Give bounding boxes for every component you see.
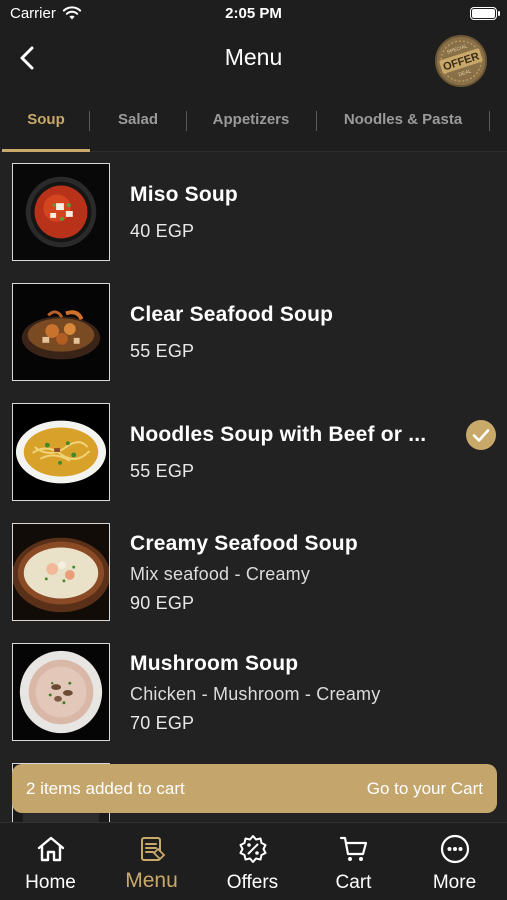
offers-icon — [239, 835, 267, 863]
menu-item[interactable]: Mushroom Soup Chicken - Mushroom - Cream… — [0, 638, 507, 758]
item-description: Mix seafood - Creamy — [130, 564, 311, 584]
item-price: 70 EGP — [130, 713, 195, 733]
tabbar-more-label: More — [432, 872, 477, 893]
navigation-bar: Menu OFFER SPECIAL DEAL — [0, 28, 507, 90]
menu-item[interactable]: Miso Soup 40 EGP — [0, 158, 507, 278]
clock: 2:05 PM — [225, 5, 282, 22]
miso-soup-image — [12, 163, 110, 261]
item-description: Chicken - Mushroom - Creamy — [130, 684, 381, 704]
cart-icon — [339, 836, 368, 861]
offer-badge-icon[interactable]: OFFER SPECIAL DEAL — [433, 33, 489, 89]
go-to-cart-link[interactable]: Go to your Cart — [367, 779, 483, 799]
tabbar-more[interactable]: More — [404, 823, 505, 900]
item-name: Noodles Soup with Beef or ... — [130, 423, 427, 446]
tab-noodles-pasta[interactable]: Noodles & Pasta — [317, 90, 489, 152]
cart-items-message: 2 items added to cart — [26, 779, 185, 798]
menu-icon — [141, 837, 166, 861]
item-price: 40 EGP — [130, 221, 195, 241]
item-price: 90 EGP — [130, 593, 195, 613]
item-name: Creamy Seafood Soup — [130, 532, 358, 555]
tabbar-cart[interactable]: Cart — [303, 823, 404, 900]
menu-item[interactable]: Creamy Seafood Soup Mix seafood - Creamy… — [0, 518, 507, 638]
page-title: Menu — [224, 44, 283, 70]
cart-notification-banner[interactable]: 2 items added to cart Go to your Cart — [12, 764, 497, 813]
home-icon — [37, 836, 65, 862]
tabbar-menu[interactable]: Menu — [101, 823, 202, 900]
tabbar-offers[interactable]: Offers — [202, 823, 303, 900]
menu-item[interactable]: Clear Seafood Soup 55 EGP — [0, 278, 507, 398]
tab-appetizers[interactable]: Appetizers — [187, 90, 315, 152]
mushroom-soup-image — [12, 643, 110, 741]
tabbar-menu-label: Menu — [125, 869, 178, 892]
menu-item[interactable]: Noodles Soup with Beef or ... 55 EGP — [0, 398, 507, 518]
tab-salad[interactable]: Salad — [90, 90, 186, 152]
item-name: Miso Soup — [130, 183, 238, 206]
item-price: 55 EGP — [130, 341, 195, 361]
item-name: Clear Seafood Soup — [130, 303, 334, 326]
tab-soup[interactable]: Soup — [2, 90, 90, 152]
tabbar-home-label: Home — [25, 872, 76, 893]
creamy-seafood-soup-image — [12, 523, 110, 621]
clear-seafood-soup-image — [12, 283, 110, 381]
item-name: Mushroom Soup — [130, 652, 299, 675]
category-tabs: Soup Salad Appetizers Noodles & Pasta — [0, 90, 507, 152]
bottom-tab-bar: Home Menu Offers Cart More — [0, 822, 507, 900]
tab-divider — [489, 111, 490, 131]
status-bar: Carrier 2:05 PM — [0, 0, 507, 28]
item-price: 55 EGP — [130, 461, 195, 481]
selected-check-icon — [466, 420, 496, 450]
more-icon — [440, 834, 470, 864]
noodles-soup-image — [12, 403, 110, 501]
battery-icon — [470, 7, 500, 20]
tabbar-offers-label: Offers — [226, 872, 279, 893]
tabbar-cart-label: Cart — [335, 872, 372, 893]
tabbar-home[interactable]: Home — [0, 823, 101, 900]
